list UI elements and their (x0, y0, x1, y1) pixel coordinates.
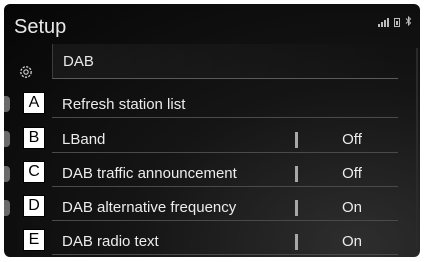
side-menu-marker[interactable] (4, 200, 10, 216)
status-bar (378, 15, 412, 28)
value-divider (295, 234, 298, 250)
callout-label: A (23, 92, 45, 114)
list-item-label: DAB traffic announcement (62, 165, 237, 182)
dab-settings-list: DAB Refresh station list LBand Off DAB t… (52, 44, 398, 255)
gear-icon[interactable] (18, 64, 34, 80)
signal-bars-icon (378, 17, 389, 27)
side-menu-marker[interactable] (4, 131, 10, 147)
setting-value: Off (342, 131, 362, 148)
callout-label: C (23, 161, 45, 183)
bluetooth-icon (405, 15, 412, 28)
value-divider (295, 132, 298, 148)
callout-label: E (23, 229, 45, 251)
dab-radio-text-toggle[interactable]: DAB radio text On (52, 229, 398, 255)
dab-traffic-announcement-toggle[interactable]: DAB traffic announcement Off (52, 161, 398, 187)
setting-value: On (341, 233, 362, 250)
side-menu-marker[interactable] (4, 96, 10, 112)
list-item-label: DAB radio text (62, 233, 159, 250)
side-menu-marker[interactable] (4, 166, 10, 182)
dab-alternative-frequency-toggle[interactable]: DAB alternative frequency On (52, 195, 398, 221)
setting-value: On (341, 199, 362, 216)
scrollbar[interactable] (416, 48, 418, 248)
setup-screen: Setup DAB Refresh station list LBand Off (4, 4, 420, 257)
lband-toggle[interactable]: LBand Off (52, 127, 398, 153)
setting-value: Off (342, 165, 362, 182)
battery-icon (394, 17, 400, 27)
section-header-label: DAB (63, 52, 94, 70)
section-header: DAB (52, 44, 398, 79)
list-item-label: DAB alternative frequency (62, 199, 237, 216)
list-item-label: LBand (62, 131, 106, 148)
page-title: Setup (14, 16, 67, 38)
refresh-station-list-button[interactable]: Refresh station list (52, 92, 398, 118)
value-divider (295, 200, 298, 216)
value-divider (295, 166, 298, 182)
list-item-label: Refresh station list (62, 96, 186, 113)
callout-label: D (23, 195, 45, 217)
callout-label: B (23, 127, 45, 149)
